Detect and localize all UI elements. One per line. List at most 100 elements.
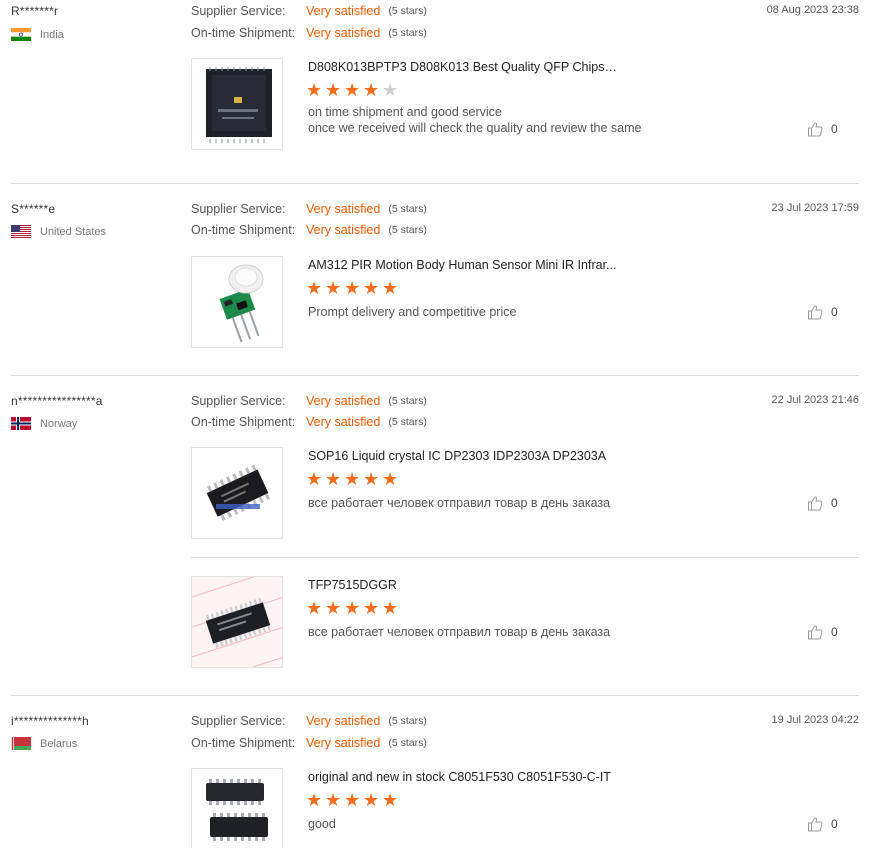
shipment-rating: On-time Shipment: Very satisfied (5 star… [191,223,427,237]
supplier-service-label: Supplier Service: [191,202,286,216]
shipment-label: On-time Shipment: [191,415,296,429]
comment-line: Prompt delivery and competitive price [308,305,517,319]
review-comment: все работает человек отправил товар в де… [308,624,610,640]
like-count: 0 [831,496,838,510]
buyer-country: Belarus [11,737,77,750]
shipment-rating: On-time Shipment: Very satisfied (5 star… [191,415,427,429]
star-icon: ★ [382,790,399,810]
star-icon: ★ [306,278,323,298]
united-states-flag-icon [11,225,31,238]
comment-line: все работает человек отправил товар в де… [308,625,611,639]
star-icon: ★ [325,598,342,618]
product-title[interactable]: AM312 PIR Motion Body Human Sensor Mini … [308,258,618,272]
thumbs-up-icon [808,305,823,320]
product-thumbnail[interactable] [191,576,283,668]
supplier-service-rating: Supplier Service: Very satisfied (5 star… [191,202,427,216]
comment-line: on time shipment and good service [308,105,502,119]
supplier-service-label: Supplier Service: [191,714,286,728]
country-name: Belarus [40,737,78,750]
norway-flag-icon [11,417,31,430]
product-thumbnail[interactable] [191,768,283,848]
shipment-rating: On-time Shipment: Very satisfied (5 star… [191,26,427,40]
shipment-stars: (5 stars) [388,27,427,39]
star-icon: ★ [363,469,380,489]
star-icon: ★ [344,790,361,810]
like-button[interactable]: 0 [807,121,838,137]
supplier-service-value: Very satisfied [306,4,381,18]
review-divider [11,183,859,184]
star-icon: ★ [363,80,380,100]
star-icon: ★ [363,278,380,298]
shipment-value: Very satisfied [306,223,381,237]
shipment-value: Very satisfied [306,736,381,750]
supplier-service-stars: (5 stars) [388,203,427,215]
star-icon: ★ [344,278,361,298]
like-count: 0 [831,625,838,639]
star-icon: ★ [306,598,323,618]
star-icon: ★ [306,469,323,489]
product-thumbnail[interactable] [191,447,283,539]
star-icon: ★ [344,598,361,618]
shipment-stars: (5 stars) [388,737,427,749]
review-comment: on time shipment and good service once w… [308,104,642,136]
like-button[interactable]: 0 [807,816,838,832]
shipment-rating: On-time Shipment: Very satisfied (5 star… [191,736,427,750]
star-icon: ★ [363,598,380,618]
star-icon: ★ [344,80,361,100]
supplier-service-rating: Supplier Service: Very satisfied (5 star… [191,4,427,18]
star-icon: ★ [344,469,361,489]
like-button[interactable]: 0 [807,495,838,511]
supplier-service-rating: Supplier Service: Very satisfied (5 star… [191,714,427,728]
product-title[interactable]: SOP16 Liquid crystal IC DP2303 IDP2303A … [308,449,618,463]
review-date: 19 Jul 2023 04:22 [771,714,859,726]
country-name: United States [40,225,107,238]
buyer-name: R*******r [11,4,59,18]
star-icon: ★ [363,790,380,810]
like-button[interactable]: 0 [807,304,838,320]
review-date: 23 Jul 2023 17:59 [771,202,859,214]
product-title[interactable]: TFP7515DGGR [308,578,618,592]
buyer-name: S******e [11,202,56,216]
supplier-service-label: Supplier Service: [191,4,286,18]
product-rating-stars: ★ ★ ★ ★ ★ [306,80,401,100]
review-comment: good [308,816,336,832]
shipment-stars: (5 stars) [388,416,427,428]
supplier-service-stars: (5 stars) [388,715,427,727]
like-count: 0 [831,122,838,136]
product-divider [191,557,859,558]
thumbs-up-icon [808,122,823,137]
country-name: Norway [40,417,78,430]
comment-line: good [308,817,336,831]
product-rating-stars: ★ ★ ★ ★ ★ [306,598,401,618]
india-flag-icon [11,28,31,41]
thumbs-up-icon [808,625,823,640]
review-comment: все работает человек отправил товар в де… [308,495,610,511]
thumbs-up-icon [808,817,823,832]
buyer-country: Norway [11,417,77,430]
product-title[interactable]: D808K013BPTP3 D808K013 Best Quality QFP … [308,60,618,74]
star-icon: ★ [325,469,342,489]
buyer-country: India [11,28,64,41]
like-count: 0 [831,817,838,831]
review-comment: Prompt delivery and competitive price [308,304,516,320]
product-thumbnail[interactable] [191,256,283,348]
star-icon: ★ [325,278,342,298]
supplier-service-value: Very satisfied [306,394,381,408]
comment-line: once we received will check the quality … [308,121,642,135]
review-divider [11,375,859,376]
supplier-service-stars: (5 stars) [388,5,427,17]
product-thumbnail[interactable] [191,58,283,150]
belarus-flag-icon [11,737,31,750]
shipment-label: On-time Shipment: [191,26,296,40]
star-icon: ★ [325,80,342,100]
review-divider [11,695,859,696]
star-icon: ★ [306,790,323,810]
comment-line: все работает человек отправил товар в де… [308,496,611,510]
like-button[interactable]: 0 [807,624,838,640]
product-title[interactable]: original and new in stock C8051F530 C805… [308,770,618,784]
star-empty-icon: ★ [382,80,399,100]
review-date: 22 Jul 2023 21:46 [771,394,859,406]
product-rating-stars: ★ ★ ★ ★ ★ [306,790,401,810]
supplier-service-value: Very satisfied [306,714,381,728]
star-icon: ★ [382,278,399,298]
